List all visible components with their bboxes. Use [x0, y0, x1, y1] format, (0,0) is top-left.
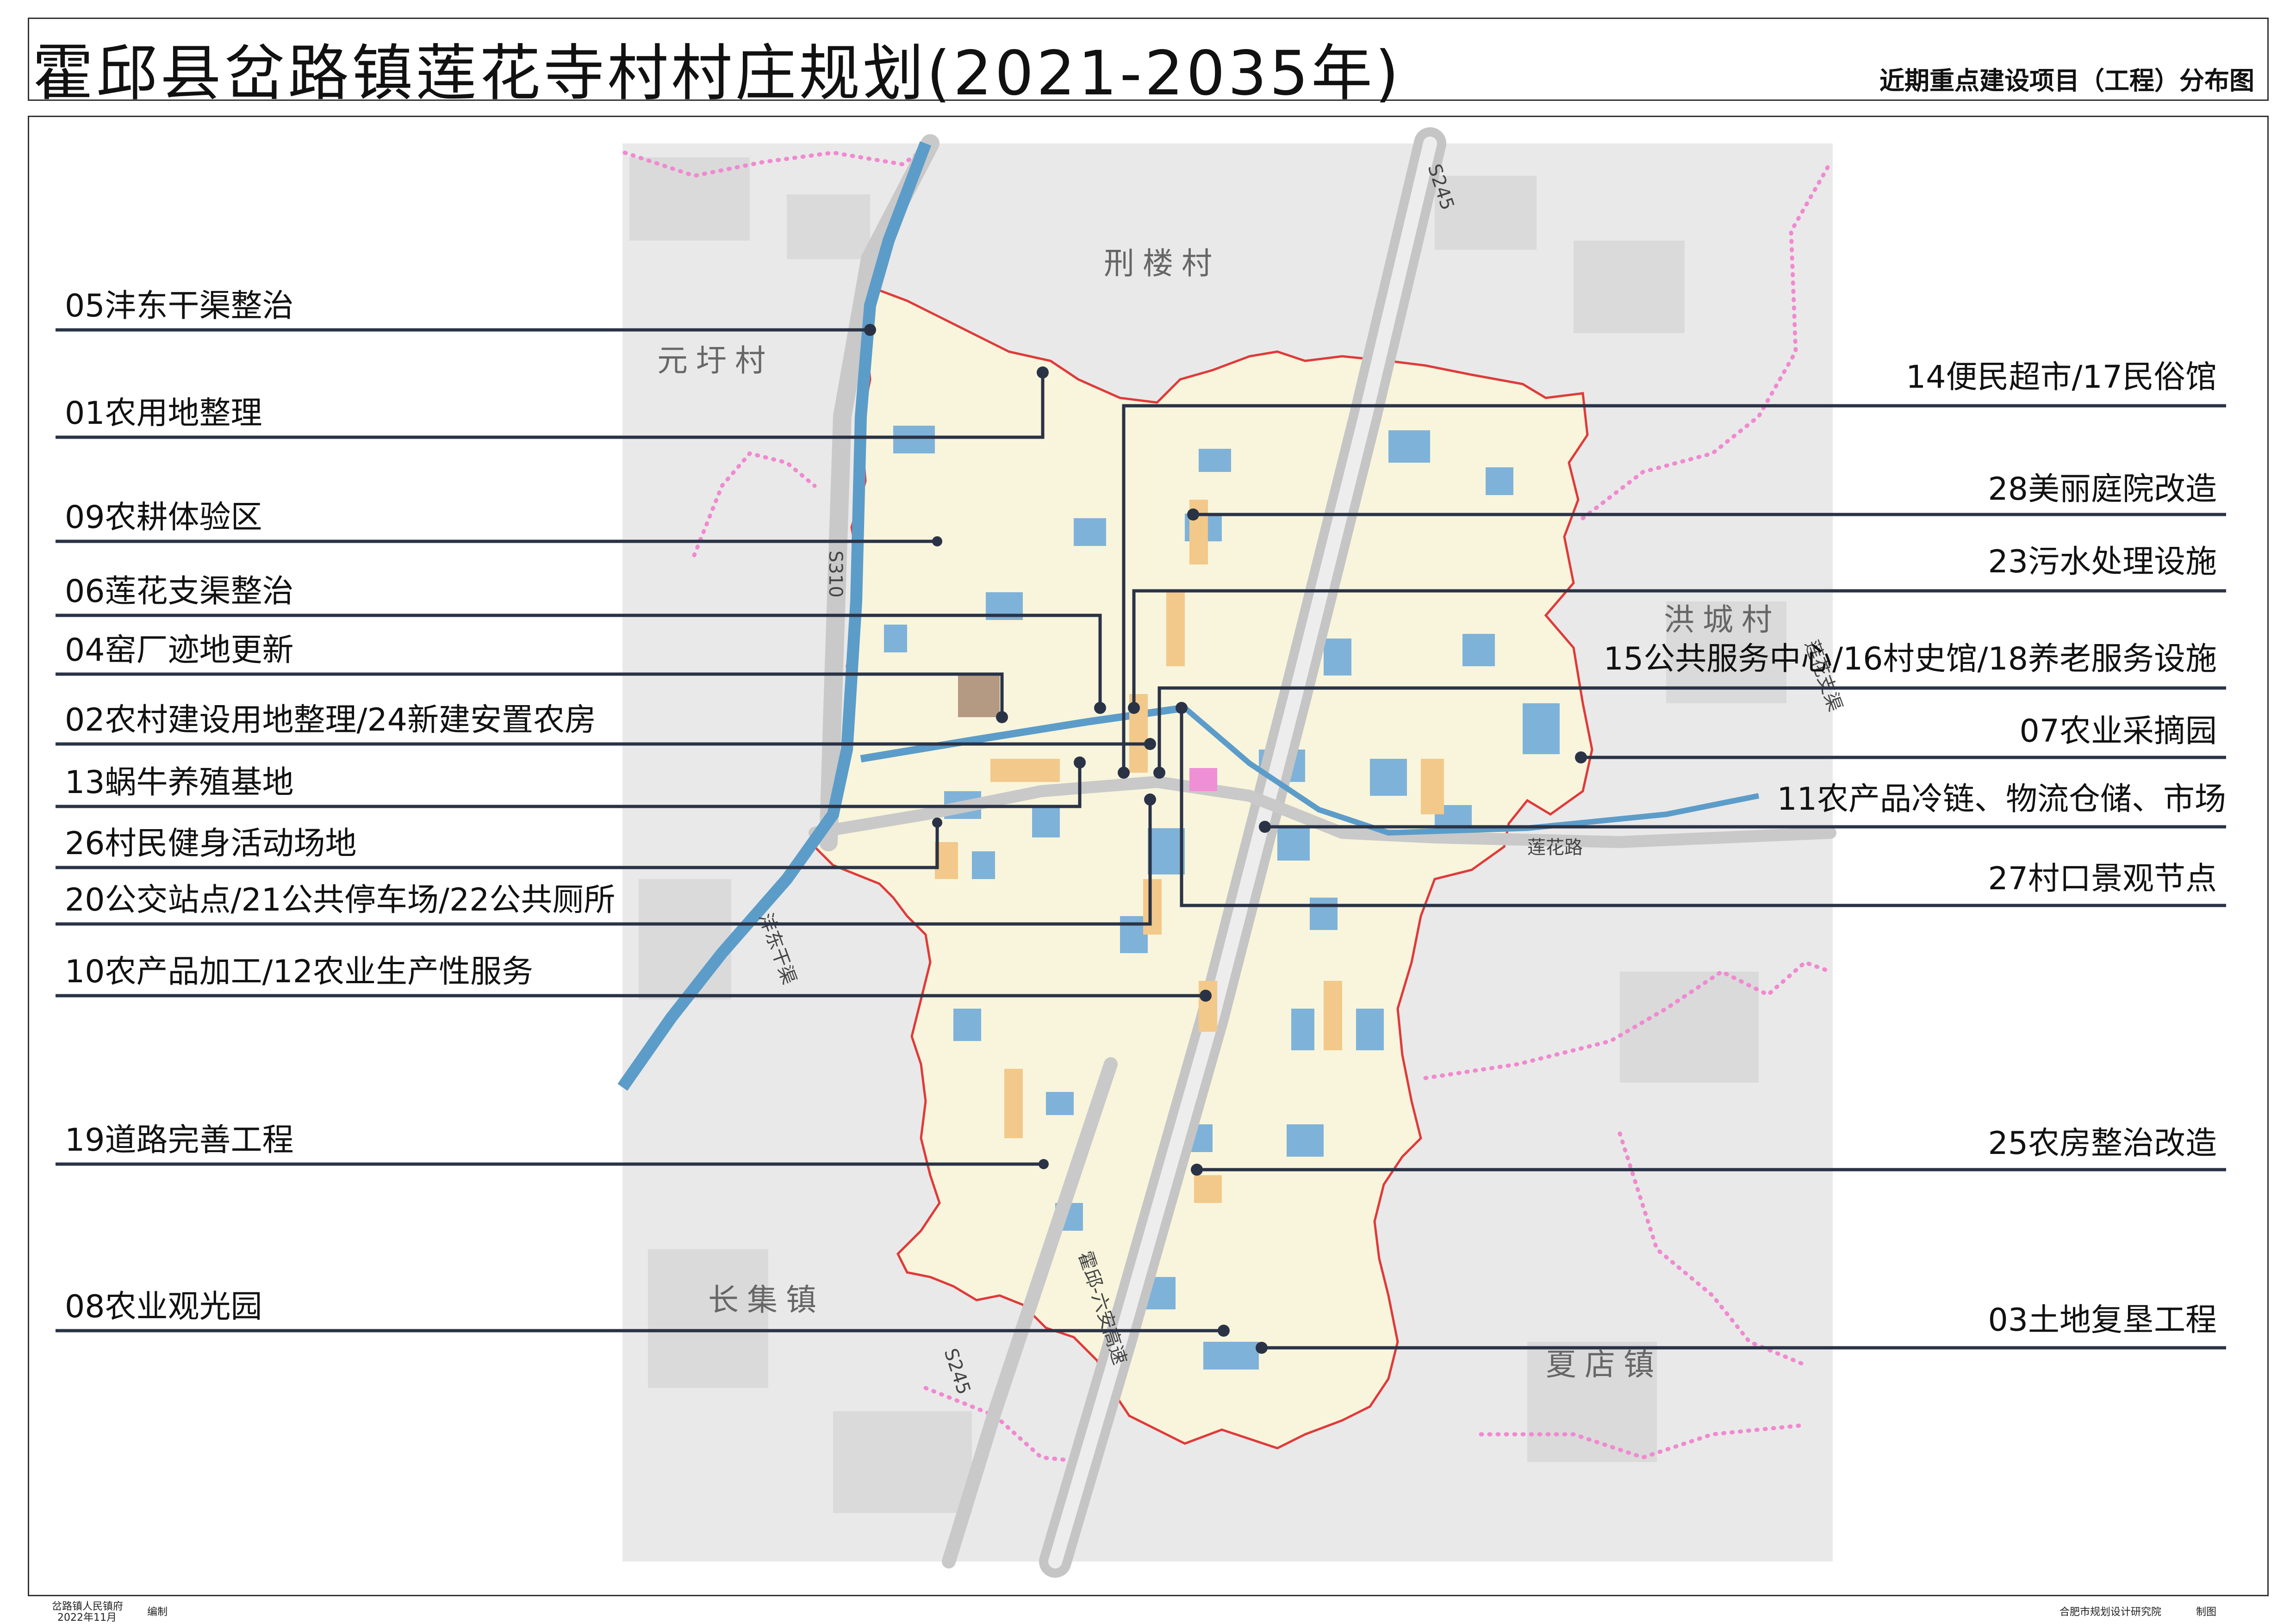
callout-28-label: 28美丽庭院改造: [1988, 471, 2217, 508]
callout-05-label: 05沣东干渠整治: [65, 288, 294, 324]
callout-23-label: 23污水处理设施: [1988, 544, 2217, 580]
callout-14-label: 14便民超市/17民俗馆: [1906, 359, 2217, 396]
road-s310: S310: [825, 551, 846, 598]
callout-02-label: 02农村建设用地整理/24新建安置农房: [65, 702, 596, 738]
callout-26-label: 26村民健身活动场地: [65, 825, 357, 862]
footer-right-action: 制图: [2196, 1606, 2217, 1618]
place-changji: 长集镇: [708, 1282, 825, 1318]
place-yuanyu: 元圩村: [657, 343, 774, 378]
road-lianhua: 莲花路: [1527, 837, 1583, 858]
callout-19-label: 19道路完善工程: [65, 1122, 294, 1159]
callout-15-label: 15公共服务中心/16村史馆/18养老服务设施: [1604, 641, 2217, 677]
callout-07-label: 07农业采摘园: [2019, 713, 2217, 750]
callout-10-label: 10农产品加工/12农业生产性服务: [65, 954, 533, 990]
callout-25-label: 25农房整治改造: [1988, 1125, 2217, 1162]
place-hongcheng: 洪城村: [1664, 602, 1780, 638]
callout-20-label: 20公交站点/21公共停车场/22公共厕所: [65, 882, 615, 918]
callout-11-label: 11农产品冷链、物流仓储、市场: [1777, 781, 2226, 818]
callout-03-label: 03土地复垦工程: [1988, 1302, 2217, 1339]
callout-04-label: 04窑厂迹地更新: [65, 632, 294, 669]
service-center-site: [1189, 768, 1217, 791]
callout-27-label: 27村口景观节点: [1988, 861, 2217, 897]
callout-08-label: 08农业观光园: [65, 1289, 262, 1325]
footer-left-date: 2022年11月: [57, 1612, 117, 1624]
place-xinglou: 刑楼村: [1104, 246, 1220, 281]
callout-06-label: 06莲花支渠整治: [65, 573, 294, 610]
callout-01-label: 01农用地整理: [65, 395, 262, 432]
place-xiadian: 夏店镇: [1546, 1347, 1662, 1382]
footer-left-action: 编制: [147, 1606, 168, 1618]
footer-right-org: 合肥市规划设计研究院: [2060, 1606, 2162, 1618]
map-canvas: 刑楼村 元圩村 洪城村 长集镇 夏店镇 S245 S245 S310 霍邱-六安…: [56, 127, 2226, 1578]
callout-13-label: 13蜗牛养殖基地: [65, 764, 294, 801]
brickyard-site: [958, 676, 1000, 717]
callout-09-label: 09农耕体验区: [65, 499, 262, 536]
